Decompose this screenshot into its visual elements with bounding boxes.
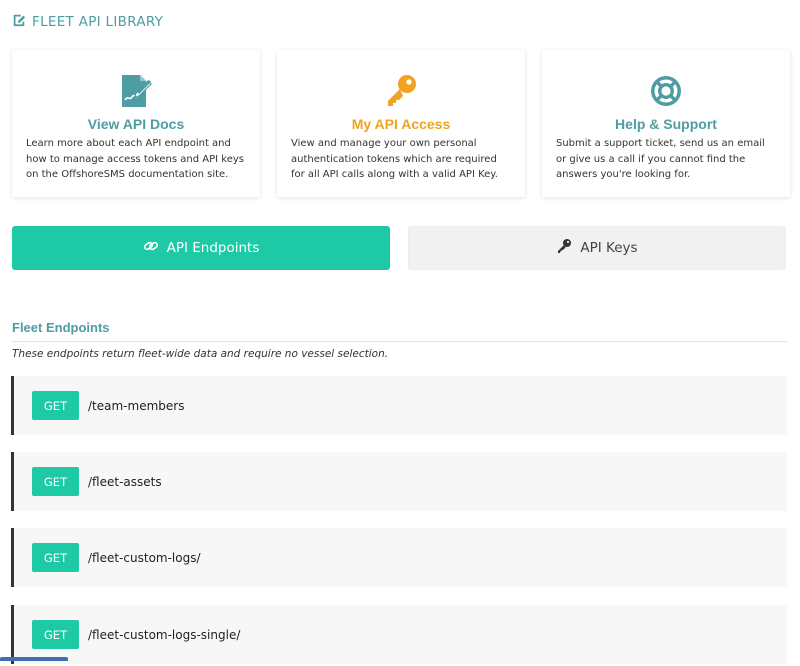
endpoint-path: /fleet-custom-logs-single/ — [88, 627, 241, 642]
endpoint-path: /team-members — [88, 398, 185, 413]
endpoint-row[interactable]: GET /fleet-custom-logs-single/ — [11, 605, 787, 664]
tab-label: API Keys — [580, 240, 638, 256]
info-cards: View API Docs Learn more about each API … — [12, 50, 792, 197]
card-title: My API Access — [351, 116, 451, 132]
tab-api-keys[interactable]: API Keys — [408, 226, 786, 270]
card-title: View API Docs — [87, 116, 185, 132]
card-description: Submit a support ticket, send us an emai… — [556, 138, 765, 180]
method-badge: GET — [32, 391, 79, 420]
card-my-api-access[interactable]: My API Access View and manage your own p… — [277, 50, 525, 197]
card-description: View and manage your own personal authen… — [291, 138, 498, 180]
card-help-support[interactable]: Help & Support Submit a support ticket, … — [542, 50, 790, 197]
document-signature-icon — [26, 73, 246, 109]
key-icon — [556, 238, 572, 258]
tab-label: API Endpoints — [166, 240, 260, 256]
method-badge: GET — [32, 620, 79, 649]
method-badge: GET — [32, 543, 79, 572]
endpoint-row[interactable]: GET /fleet-custom-logs/ — [11, 528, 787, 587]
edit-doc-icon — [12, 13, 26, 31]
link-icon — [143, 238, 159, 258]
tab-row: API Endpoints API Keys — [12, 226, 787, 270]
page-title: FLEET API LIBRARY — [32, 14, 164, 30]
page-header: FLEET API LIBRARY — [12, 12, 163, 32]
tab-api-endpoints[interactable]: API Endpoints — [12, 226, 390, 270]
endpoint-path: /fleet-assets — [88, 474, 162, 489]
lifebuoy-icon — [556, 73, 776, 109]
endpoint-row[interactable]: GET /team-members — [11, 376, 787, 435]
bottom-tab-edge[interactable] — [0, 657, 68, 661]
key-icon — [291, 73, 511, 109]
endpoint-row[interactable]: GET /fleet-assets — [11, 452, 787, 511]
section-description: These endpoints return fleet-wide data a… — [12, 348, 389, 360]
method-badge: GET — [32, 467, 79, 496]
card-view-api-docs[interactable]: View API Docs Learn more about each API … — [12, 50, 260, 197]
endpoint-path: /fleet-custom-logs/ — [88, 550, 201, 565]
card-description: Learn more about each API endpoint and h… — [26, 138, 244, 180]
section-title: Fleet Endpoints — [12, 320, 787, 342]
card-title: Help & Support — [615, 116, 717, 132]
